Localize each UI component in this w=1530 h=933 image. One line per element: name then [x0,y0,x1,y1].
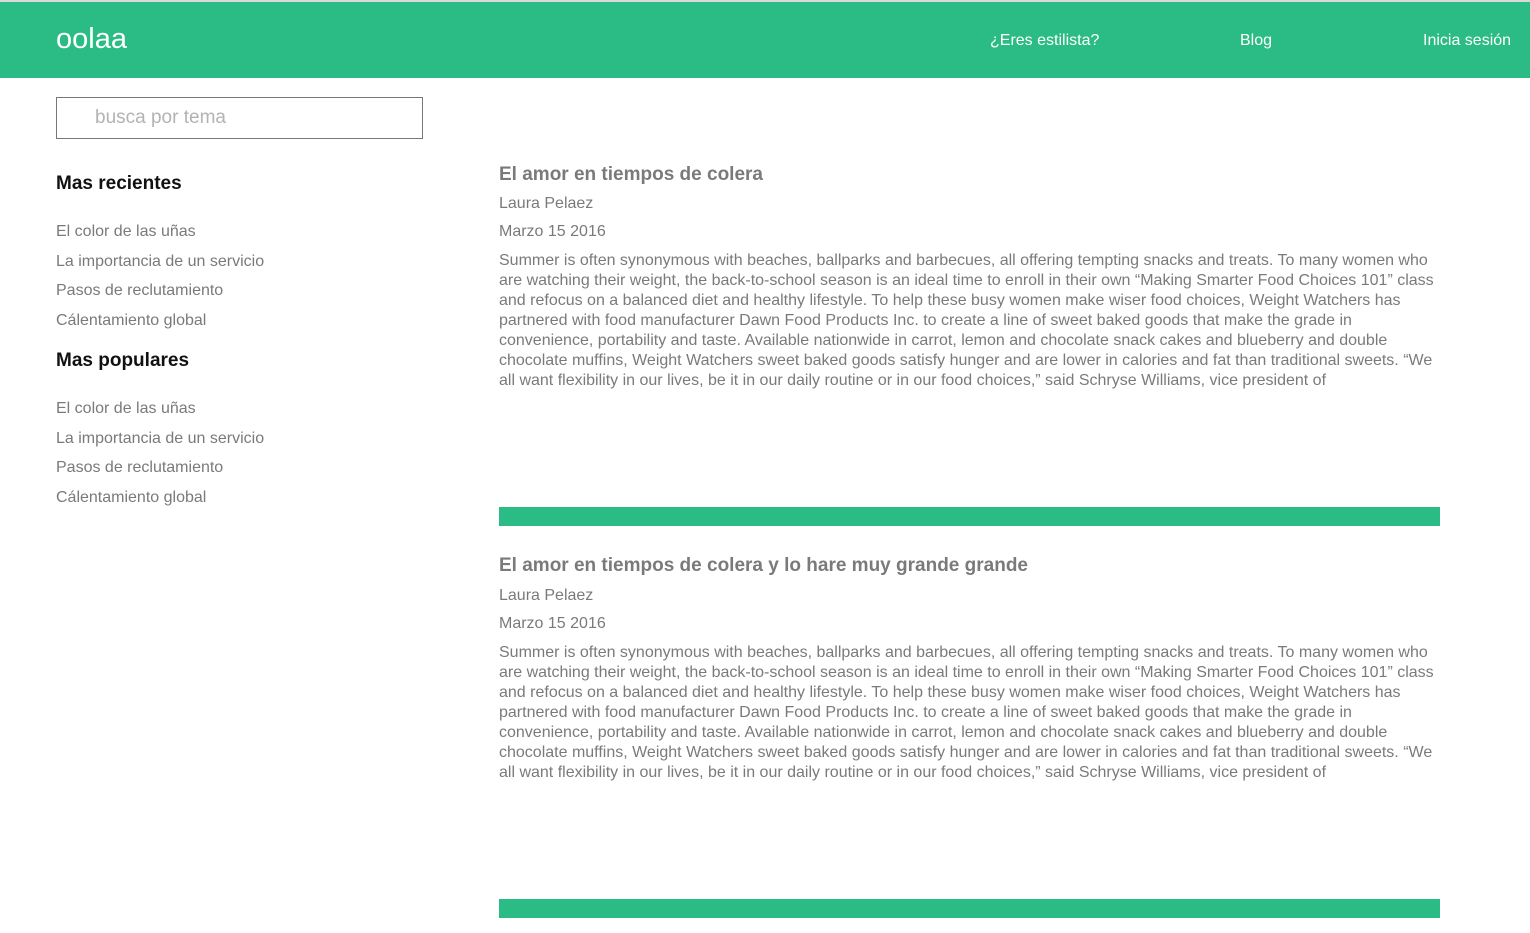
recent-posts-list: El color de las uñas La importancia de u… [56,222,264,340]
search-input[interactable] [57,98,422,138]
recent-post-link[interactable]: El color de las uñas [56,223,196,240]
search-box [56,97,423,139]
blog-post: El amor en tiempos de colera Laura Pelae… [499,163,1440,389]
list-item: Cálentamiento global [56,311,264,341]
blog-post: El amor en tiempos de colera y lo hare m… [499,554,1440,781]
popular-post-link[interactable]: La importancia de un servicio [56,430,264,447]
post-title[interactable]: El amor en tiempos de colera [499,163,1440,187]
nav-link-blog[interactable]: Blog [1240,31,1272,51]
post-author: Laura Pelaez [499,587,594,604]
list-item: Pasos de reclutamiento [56,281,264,311]
post-divider [499,507,1440,526]
list-item: Cálentamiento global [56,488,264,518]
post-excerpt: Summer is often synonymous with beaches,… [499,252,1434,389]
list-item: El color de las uñas [56,399,264,429]
recent-posts-heading: Mas recientes [56,173,182,194]
recent-post-link[interactable]: Cálentamiento global [56,312,206,329]
popular-post-link[interactable]: Cálentamiento global [56,489,206,506]
nav-link-stylist[interactable]: ¿Eres estilista? [990,31,1099,51]
site-logo[interactable]: oolaa [56,22,127,56]
recent-post-link[interactable]: La importancia de un servicio [56,253,264,270]
popular-post-link[interactable]: El color de las uñas [56,400,196,417]
site-header: oolaa ¿Eres estilista? Blog Inicia sesió… [0,2,1530,78]
list-item: La importancia de un servicio [56,429,264,459]
list-item: El color de las uñas [56,222,264,252]
popular-posts-list: El color de las uñas La importancia de u… [56,399,264,517]
list-item: La importancia de un servicio [56,252,264,282]
list-item: Pasos de reclutamiento [56,458,264,488]
post-title[interactable]: El amor en tiempos de colera y lo hare m… [499,554,1440,578]
popular-posts-heading: Mas populares [56,350,190,371]
post-divider [499,899,1440,918]
post-date: Marzo 15 2016 [499,615,606,632]
post-author: Laura Pelaez [499,195,594,212]
post-excerpt: Summer is often synonymous with beaches,… [499,644,1434,781]
nav-link-login[interactable]: Inicia sesión [1423,31,1511,51]
post-date: Marzo 15 2016 [499,223,606,240]
popular-post-link[interactable]: Pasos de reclutamiento [56,459,223,476]
recent-post-link[interactable]: Pasos de reclutamiento [56,282,223,299]
